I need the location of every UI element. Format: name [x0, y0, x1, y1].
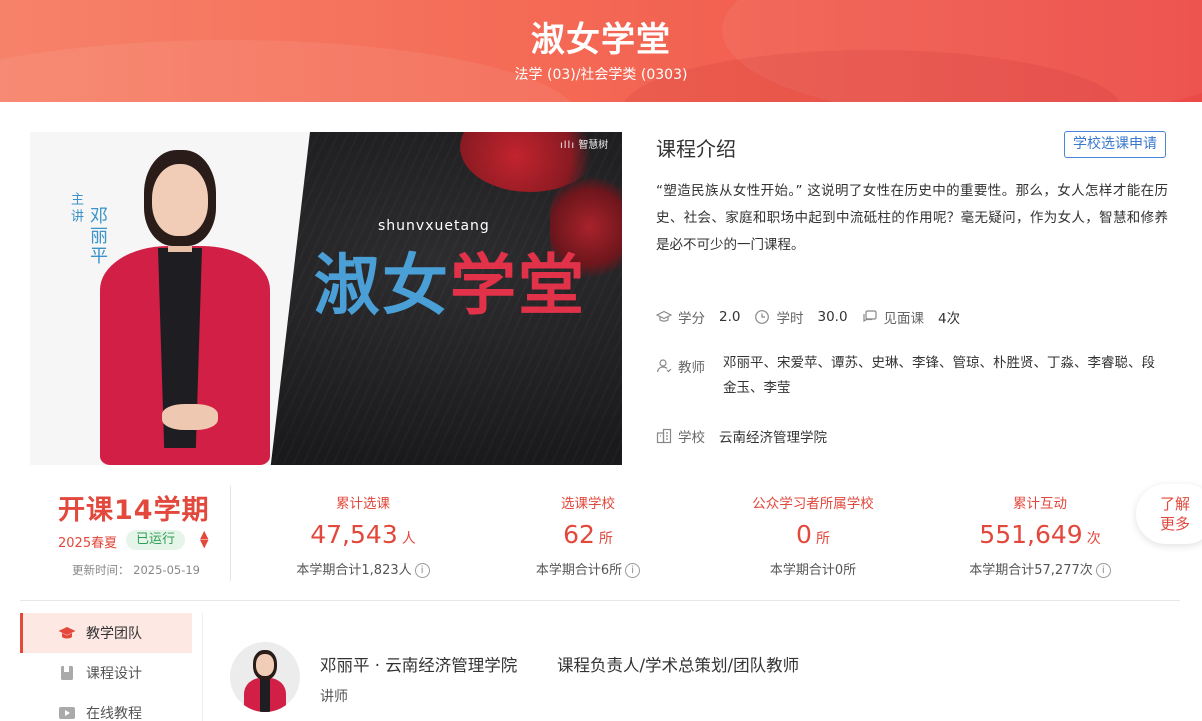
stat-footnote: 本学期合计1,823人: [296, 563, 412, 578]
course-category: 法学 (03)/社会学类 (0303): [514, 67, 688, 83]
course-title: 淑女学堂: [531, 20, 671, 60]
school-apply-button[interactable]: 学校选课申请: [1064, 131, 1166, 158]
side-menu: 教学团队 课程设计 在线教程: [20, 613, 192, 721]
hours-label: 学时: [776, 311, 804, 327]
info-icon[interactable]: i: [414, 563, 430, 578]
cover-title: 淑女学堂: [314, 247, 586, 324]
stat-value: 47,543: [310, 520, 398, 549]
chat-icon: [862, 310, 877, 323]
hours-value: 30.0: [817, 309, 848, 325]
stat-unit: 人: [401, 531, 416, 547]
stat-total-enrollment: 累计选课 47,543 人 本学期合计1,823人 i: [253, 492, 473, 578]
stat-label: 公众学习者所属学校: [752, 496, 874, 512]
meeting-value: 4次: [938, 311, 961, 327]
stat-footnote: 本学期合计57,277次: [969, 563, 1093, 578]
graduation-cap-icon: [656, 310, 672, 322]
meeting-label: 见面课: [883, 311, 925, 327]
video-icon: [59, 707, 75, 719]
info-icon[interactable]: i: [1095, 563, 1111, 578]
status-badge: 已运行: [126, 530, 186, 550]
stat-label: 累计互动: [1013, 496, 1067, 512]
stat-value: 0: [796, 520, 812, 549]
term-summary: 开课14学期 2025春夏 已运行 ▲ ▼ 更新时间： 2025-05-19: [30, 486, 230, 581]
side-item-label: 教学团队: [86, 626, 142, 642]
stat-value: 551,649: [979, 520, 1083, 549]
building-icon: [656, 428, 672, 444]
term-count: 开课14学期: [58, 495, 210, 526]
avatar[interactable]: [230, 642, 300, 712]
lecturer-label: 主讲: [68, 192, 83, 226]
graduation-cap-icon: [58, 627, 76, 639]
side-item-teaching-team[interactable]: 教学团队: [20, 613, 192, 653]
credit-label: 学分: [678, 311, 705, 327]
intro-description: “塑造民族从女性开始。” 这说明了女性在历史中的重要性。那么，女人怎样才能在历史…: [656, 183, 1168, 253]
semester-switch-icon[interactable]: ▲ ▼: [200, 529, 208, 549]
user-icon: [656, 359, 672, 373]
info-icon[interactable]: i: [625, 563, 641, 578]
stat-public-schools: 公众学习者所属学校 0所 本学期合计0所: [703, 492, 923, 578]
teacher-role: 课程负责人/学术总策划/团队教师: [557, 656, 800, 675]
stat-interactions: 累计互动 551,649 次 本学期合计57,277次 i: [930, 492, 1150, 578]
school-row: 学校 云南经济管理学院: [656, 426, 841, 446]
clock-icon: [755, 310, 770, 324]
stat-unit: 所: [598, 531, 613, 547]
stat-schools: 选课学校 62 所 本学期合计6所 i: [478, 492, 698, 578]
brand-logo: ıllı 智慧树: [560, 140, 609, 151]
stat-footnote: 本学期合计0所: [769, 563, 857, 578]
course-banner: 淑女学堂 法学 (03)/社会学类 (0303): [0, 0, 1202, 102]
stat-footnote: 本学期合计6所: [535, 563, 623, 578]
stat-label: 累计选课: [336, 496, 390, 512]
teachers-list: 邓丽平、宋爱苹、谭苏、史琳、李锋、管琼、朴胜贤、丁淼、李睿聪、段金玉、李莹: [723, 355, 1155, 396]
teachers-label: 教师: [678, 360, 705, 376]
teachers-row: 教师: [656, 356, 719, 376]
credit-value: 2.0: [719, 309, 741, 325]
teacher-name[interactable]: 邓丽平 · 云南经济管理学院: [320, 652, 517, 676]
book-icon: [61, 666, 73, 680]
school-value: 云南经济管理学院: [719, 430, 827, 446]
teacher-title: 讲师: [320, 689, 348, 705]
stat-label: 选课学校: [561, 496, 615, 512]
stat-unit: 次: [1086, 531, 1101, 547]
course-cover-image[interactable]: ıllı 智慧树 主讲 邓丽平 shunvxuetang 淑女学堂: [30, 132, 622, 465]
lecturer-portrait: [90, 150, 280, 465]
side-item-online-tutorial[interactable]: 在线教程: [20, 693, 192, 721]
school-label: 学校: [678, 430, 705, 446]
learn-more-button[interactable]: 了解更多: [1136, 484, 1202, 544]
side-item-label: 在线教程: [86, 706, 142, 721]
side-item-label: 课程设计: [86, 666, 142, 682]
side-item-course-design[interactable]: 课程设计: [20, 653, 192, 693]
learn-more-label: 了解更多: [1160, 495, 1191, 533]
course-meta-row: 学分 2.0 学时 30.0 见面课 4次: [656, 307, 974, 327]
update-time: 更新时间： 2025-05-19: [72, 563, 200, 577]
stat-value: 62: [563, 520, 595, 549]
semester-label: 2025春夏: [58, 536, 118, 551]
intro-heading: 课程介绍: [656, 137, 736, 161]
stat-unit: 所: [815, 531, 830, 547]
